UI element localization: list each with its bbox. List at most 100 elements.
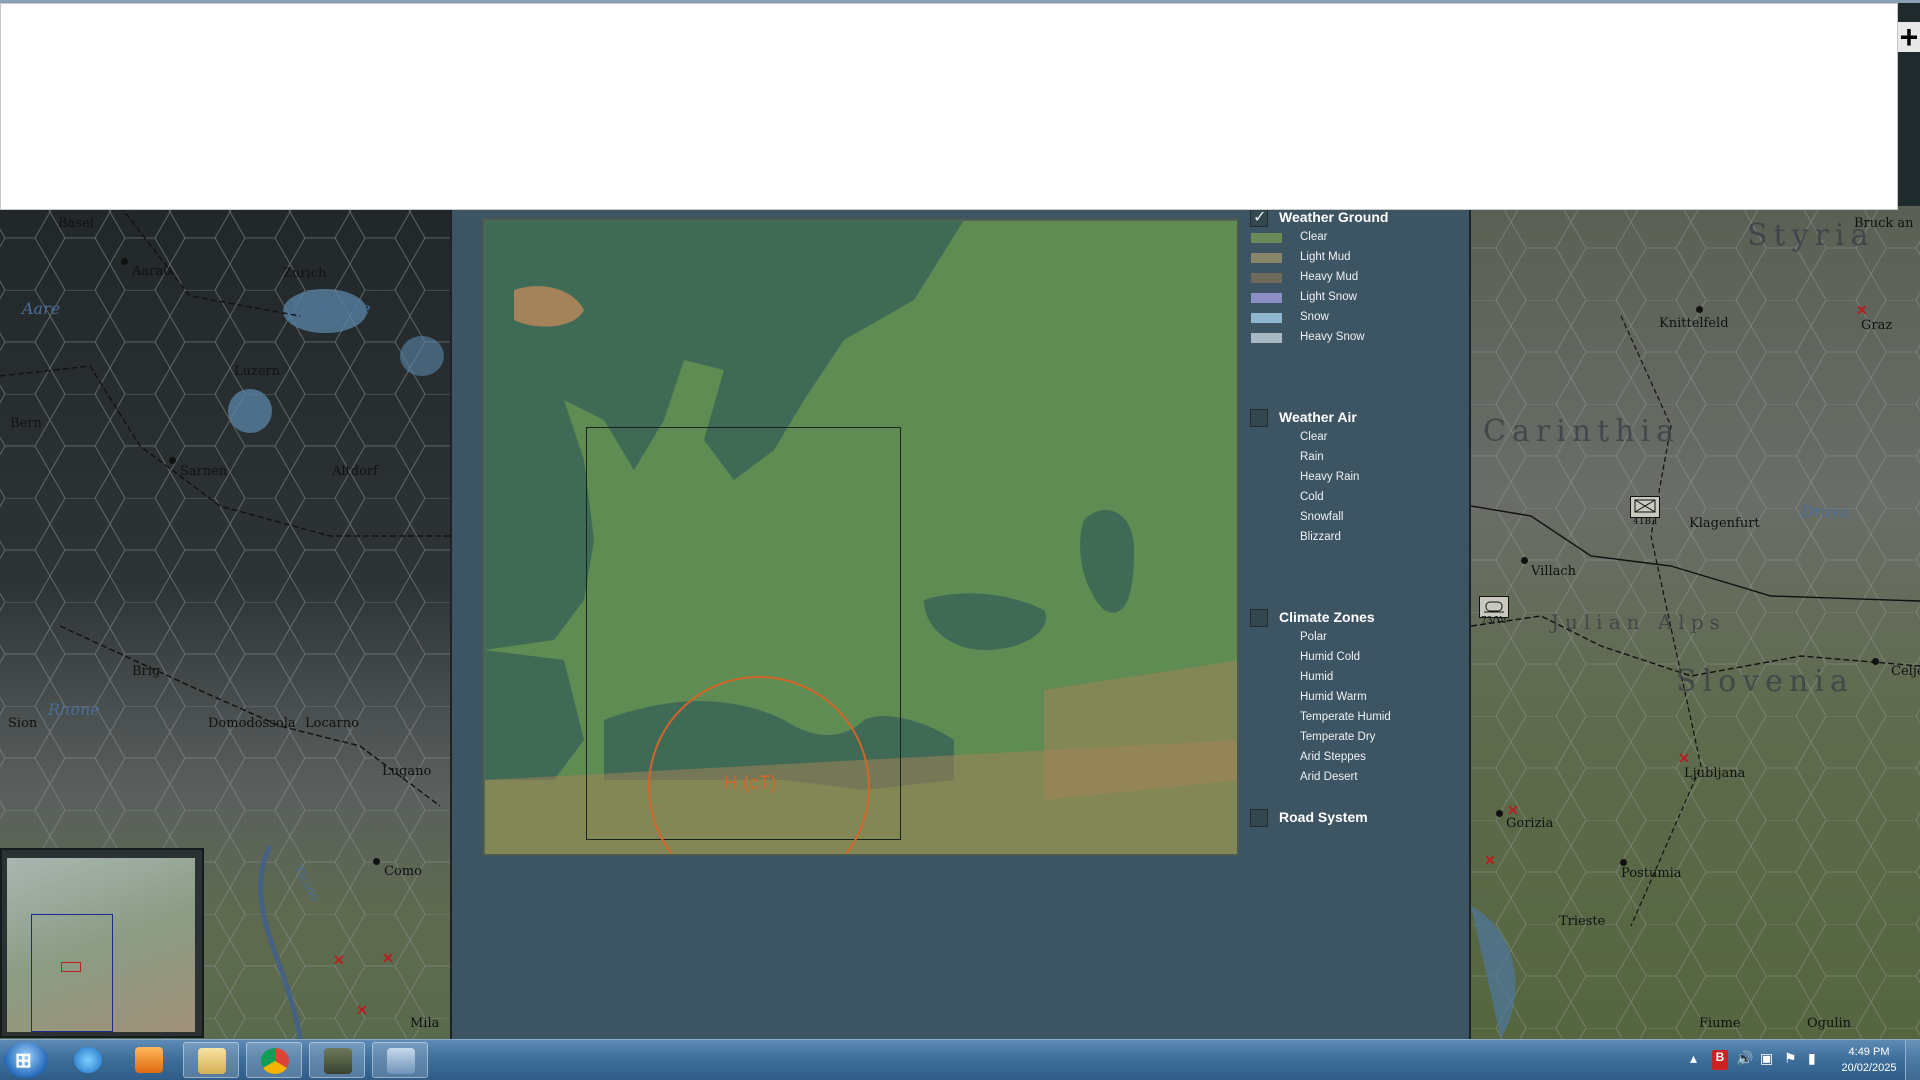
unit-counter[interactable] xyxy=(1630,496,1660,518)
map-label-rhone: Rhone xyxy=(48,700,100,719)
weather-air-checkbox[interactable] xyxy=(1250,409,1268,427)
signal-icon[interactable]: ▮ xyxy=(1808,1050,1816,1070)
map-label-ogulin: Ogulin xyxy=(1807,1016,1852,1031)
region-label-styria: Styria xyxy=(1747,218,1875,253)
minimap[interactable] xyxy=(0,848,204,1038)
legend-label: Heavy Rain xyxy=(1300,471,1360,483)
map-label-trieste: Trieste xyxy=(1559,914,1606,929)
legend-label: Humid Cold xyxy=(1300,651,1361,663)
combat-marker-icon[interactable]: ✕ xyxy=(333,952,345,969)
legend-item: Blizzard xyxy=(1246,528,1466,548)
map-label-aare: Aare xyxy=(22,299,61,318)
media-player-icon[interactable] xyxy=(121,1042,177,1078)
legend-label: Light Snow xyxy=(1300,291,1357,303)
witw-game-icon[interactable] xyxy=(309,1042,365,1078)
minimap-view-rect[interactable] xyxy=(31,914,113,1032)
combat-marker-icon[interactable]: ✕ xyxy=(1484,852,1496,869)
legend-label: Blizzard xyxy=(1300,531,1341,543)
town-marker xyxy=(1620,859,1627,866)
map-label-locarno: Locarno xyxy=(305,716,359,731)
map-label-celje: Celje xyxy=(1891,664,1920,679)
start-orb[interactable]: ⊞ xyxy=(4,1042,48,1078)
strategic-weather-map[interactable]: H (cT) xyxy=(482,218,1239,856)
windows-taskbar: ⊞ ▴ B 🔊 ▣ ⚑ ▮ 4:49 PM 20/02/2025 xyxy=(0,1039,1920,1080)
legend-label: Temperate Dry xyxy=(1300,731,1376,743)
internet-explorer-icon[interactable] xyxy=(60,1042,116,1078)
show-desktop-button[interactable] xyxy=(1905,1040,1920,1080)
map-label-milano: Mila xyxy=(410,1016,440,1031)
volume-icon[interactable]: 🔊 xyxy=(1736,1050,1753,1070)
map-label-graz: Graz xyxy=(1861,318,1893,333)
map-label-domodossola: Domodossola xyxy=(208,716,296,731)
legend-label: Rain xyxy=(1300,451,1324,463)
weather-ground-checkbox[interactable]: ✓ xyxy=(1250,209,1268,227)
high-pressure-label: H (cT) xyxy=(724,773,777,794)
window-thumbnail-icon[interactable] xyxy=(372,1042,428,1078)
legend-item-heavy-mud: Heavy Mud xyxy=(1246,268,1466,288)
legend-label: Arid Steppes xyxy=(1300,751,1366,763)
legend-item: Clear xyxy=(1246,428,1466,448)
checkmark-icon: ✓ xyxy=(1253,209,1267,226)
unit-label: 41B.I xyxy=(1633,517,1658,527)
swatch-heavy-snow xyxy=(1251,333,1282,343)
blank-overlay-window[interactable] xyxy=(0,3,1898,210)
town-marker xyxy=(121,258,128,265)
map-label-ljubljana: Ljubljana xyxy=(1684,766,1746,781)
chrome-icon[interactable] xyxy=(246,1042,302,1078)
legend-item: Rain xyxy=(1246,448,1466,468)
town-marker xyxy=(1872,658,1879,665)
combat-marker-icon[interactable]: ✕ xyxy=(382,950,394,967)
combat-marker-icon[interactable]: ✕ xyxy=(1678,750,1690,767)
road-system-checkbox[interactable] xyxy=(1250,809,1268,827)
map-label-villach: Villach xyxy=(1531,564,1577,579)
b-app-icon[interactable]: B xyxy=(1712,1050,1728,1070)
network-icon[interactable]: ▣ xyxy=(1760,1050,1773,1070)
map-label-fiume: Fiume xyxy=(1699,1016,1741,1031)
game-map-right[interactable]: Bruck an Styria Knittelfeld Graz Carinth… xyxy=(1471,206,1920,1039)
region-label-slovenia: Slovenia xyxy=(1676,664,1854,699)
show-hidden-icons-arrow[interactable]: ▴ xyxy=(1690,1050,1697,1070)
swatch-heavy-mud xyxy=(1251,273,1282,283)
action-center-flag-icon[interactable]: ⚑ xyxy=(1784,1050,1797,1070)
unit-counter[interactable] xyxy=(1479,596,1509,618)
plus-icon[interactable]: + xyxy=(1898,21,1920,53)
combat-marker-icon[interactable]: ✕ xyxy=(1507,802,1519,819)
legend-item-heavy-snow: Heavy Snow xyxy=(1246,328,1466,348)
map-label-sion: Sion xyxy=(8,716,38,731)
unit-label: 73/Yu xyxy=(1481,616,1507,626)
system-clock[interactable]: 4:49 PM 20/02/2025 xyxy=(1834,1044,1904,1076)
combat-marker-icon[interactable]: ✕ xyxy=(1856,302,1868,319)
map-label-aarau: Aarau xyxy=(132,264,172,279)
town-marker xyxy=(373,858,380,865)
swatch-light-snow xyxy=(1251,293,1282,303)
legend-label: Polar xyxy=(1300,631,1327,643)
legend-weather-ground: ✓ Weather Ground Clear Light Mud Heavy M… xyxy=(1246,206,1466,348)
legend-label: Temperate Humid xyxy=(1300,711,1391,723)
map-label-bern: Bern xyxy=(10,416,42,431)
map-label-lugano: Lugano xyxy=(382,764,432,779)
swatch-light-mud xyxy=(1251,253,1282,263)
legend-label: Arid Desert xyxy=(1300,771,1358,783)
map-label-sarnen: Sarnen xyxy=(180,464,228,479)
minimap-europe[interactable] xyxy=(7,858,195,1032)
file-explorer-icon[interactable] xyxy=(183,1042,239,1078)
climate-zones-title: Climate Zones xyxy=(1279,609,1375,625)
town-marker xyxy=(169,457,176,464)
legend-label: Humid xyxy=(1300,671,1334,683)
weather-air-title: Weather Air xyxy=(1279,409,1357,425)
map-label-brig: Brig xyxy=(132,664,161,679)
climate-zones-checkbox[interactable] xyxy=(1250,609,1268,627)
swatch-snow xyxy=(1251,313,1282,323)
legend-item: Humid xyxy=(1246,668,1466,688)
legend-item: Polar xyxy=(1246,628,1466,648)
combat-marker-icon[interactable]: ✕ xyxy=(356,1002,368,1019)
legend-item-snow: Snow xyxy=(1246,308,1466,328)
map-label-luzern: Luzern xyxy=(234,364,281,379)
legend-climate-zones: Climate Zones Polar Humid Cold Humid Hum… xyxy=(1246,606,1466,788)
legend-label: Snowfall xyxy=(1300,511,1344,523)
legend-item: Snowfall xyxy=(1246,508,1466,528)
legend-road-system: Road System xyxy=(1246,806,1466,828)
legend-item-light-snow: Light Snow xyxy=(1246,288,1466,308)
legend-label: Heavy Snow xyxy=(1300,331,1365,343)
legend-item-light-mud: Light Mud xyxy=(1246,248,1466,268)
